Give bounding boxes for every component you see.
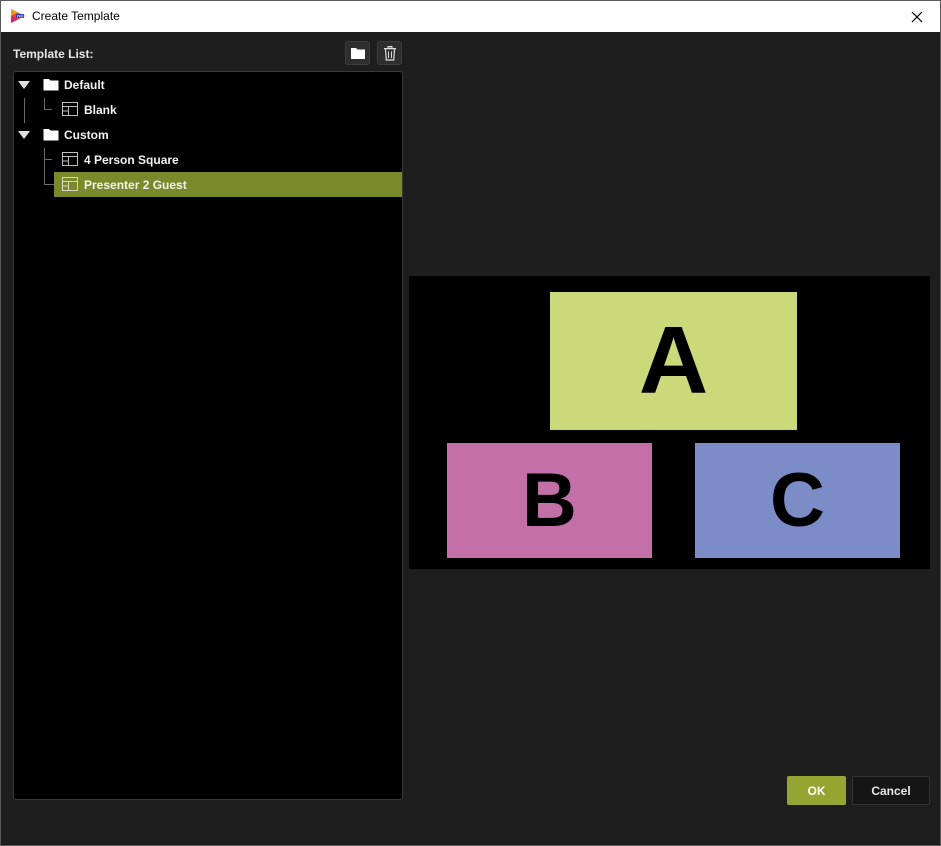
delete-template-button[interactable] [377,41,402,65]
tree-item-blank[interactable]: Blank [14,97,402,122]
layout-icon [62,152,78,166]
template-tree[interactable]: Default Blank Custom 4 Person Square Pre… [13,71,403,800]
caret-down-icon[interactable] [18,81,30,89]
tile-label: B [522,458,577,543]
preview-tile-b: B [447,443,652,558]
tree-item-label: Presenter 2 Guest [84,177,187,192]
layout-icon [62,177,78,191]
tree-connector [44,184,54,185]
template-list-label: Template List: [13,47,94,61]
layout-icon [62,102,78,116]
dialog-content: Template List: Default Blank Custom 4 Pe… [1,32,940,845]
trash-icon [383,45,396,61]
folder-icon [43,79,59,91]
tree-item-presenter-2-guest[interactable]: Presenter 2 Guest [54,172,402,197]
ok-button[interactable]: OK [787,776,846,805]
svg-text:PRO: PRO [17,14,24,18]
tree-item-4-person-square[interactable]: 4 Person Square [14,147,402,172]
title-bar: PRO Create Template [1,1,940,32]
tree-group-custom[interactable]: Custom [14,122,402,147]
tree-group-default[interactable]: Default [14,72,402,97]
tree-group-label: Custom [64,127,109,142]
folder-icon [350,48,365,59]
preview-tile-c: C [695,443,900,558]
tree-group-label: Default [64,77,105,92]
tile-label: A [638,307,709,414]
app-logo-icon: PRO [11,9,25,23]
close-icon [911,11,923,22]
open-folder-button[interactable] [345,41,370,65]
preview-tile-a: A [550,292,797,430]
tree-item-label: Blank [84,102,117,117]
folder-icon [43,129,59,141]
window-title: Create Template [32,9,120,23]
create-template-dialog: PRO Create Template Template List: Defau… [0,0,941,846]
tree-item-label: 4 Person Square [84,152,179,167]
caret-down-icon[interactable] [18,131,30,139]
tile-label: C [770,458,825,543]
template-preview: A B C [409,276,930,569]
close-button[interactable] [894,1,940,32]
cancel-button[interactable]: Cancel [852,776,930,805]
